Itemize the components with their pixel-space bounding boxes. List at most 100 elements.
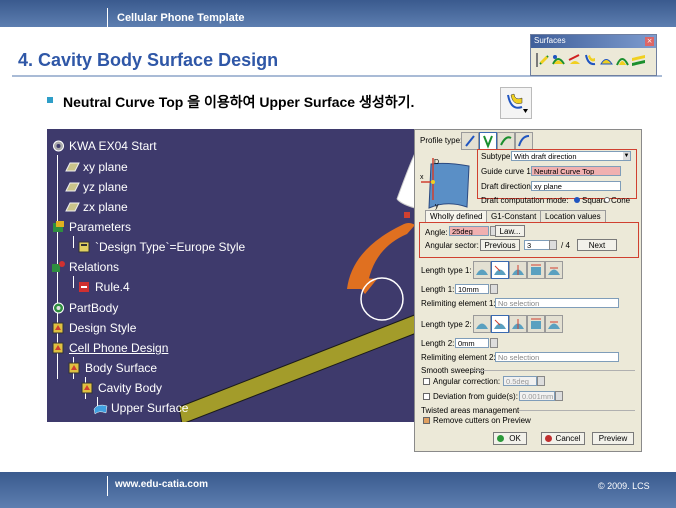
deviation-field[interactable]: 0.001mm — [519, 391, 555, 401]
length-type1-standard-icon[interactable] — [473, 261, 491, 279]
tree-item-root[interactable]: KWA EX04 Start — [51, 137, 157, 155]
subtype-select[interactable]: With draft direction — [511, 151, 631, 161]
revolve-icon[interactable] — [551, 52, 566, 68]
angular-correction-checkbox[interactable] — [423, 378, 430, 385]
relimiting1-field[interactable]: No selection — [495, 298, 619, 308]
tree-item-yz-plane[interactable]: yz plane — [65, 178, 128, 196]
previous-button[interactable]: Previous — [480, 239, 520, 251]
bullet-marker — [47, 97, 53, 103]
cancel-button[interactable]: Cancel — [541, 432, 585, 445]
chevron-down-icon[interactable]: ▼ — [623, 152, 630, 160]
length-type2-label: Length type 2: — [421, 320, 472, 329]
guide-curve-label: Guide curve 1: — [481, 167, 534, 176]
tree-item-rule[interactable]: Rule.4 — [77, 278, 130, 296]
guide-curve-field[interactable]: Neutral Curve Top — [531, 166, 621, 176]
length-type2-from-to-icon[interactable] — [509, 315, 527, 333]
length2-label: Length 2: — [421, 339, 455, 348]
tree-item-cell-phone-design[interactable]: Cell Phone Design — [51, 339, 168, 357]
tree-item-relations[interactable]: Relations — [51, 258, 119, 276]
tree-line — [73, 276, 74, 288]
tree-line — [73, 236, 74, 248]
preview-button[interactable]: Preview — [592, 432, 634, 445]
length2-field[interactable]: 0mm — [455, 338, 489, 348]
extrude-icon[interactable] — [535, 52, 550, 68]
draft-direction-label: Draft direction: — [481, 182, 534, 191]
part-gear-icon — [53, 140, 64, 152]
tree-item-design-type[interactable]: `Design Type`=Europe Style — [77, 238, 245, 256]
loft-icon[interactable] — [615, 52, 630, 68]
tree-item-body-surface[interactable]: Body Surface — [67, 359, 157, 377]
length-type2-from-curve-icon[interactable] — [491, 315, 509, 333]
length-type1-from-extremum-icon[interactable] — [527, 261, 545, 279]
length1-label: Length 1: — [421, 285, 455, 294]
plane-icon — [65, 202, 80, 212]
axis-d-label: D — [434, 159, 439, 166]
deviation-label: Deviation from guide(s): — [433, 392, 518, 401]
deviation-spinner[interactable] — [555, 391, 563, 401]
sweep-icon[interactable] — [583, 52, 598, 68]
profile-line-icon[interactable] — [479, 132, 497, 150]
length1-spinner[interactable] — [490, 284, 498, 294]
tree-item-xy-plane[interactable]: xy plane — [65, 158, 128, 176]
length-type2-along-surface-icon[interactable] — [545, 315, 563, 333]
geometrical-set-icon — [52, 342, 64, 354]
cone-radio[interactable] — [604, 197, 610, 203]
tree-item-label: xy plane — [83, 160, 128, 174]
next-button[interactable]: Next — [577, 239, 617, 251]
angle-field[interactable]: 25deg — [449, 226, 489, 236]
parameter-icon — [78, 241, 90, 253]
relimiting2-field[interactable]: No selection — [495, 352, 619, 362]
angular-correction-field[interactable]: 0.5deg — [503, 376, 537, 386]
geometrical-set-icon — [52, 322, 64, 334]
tree-item-label: Cavity Body — [98, 381, 163, 395]
length-type1-from-curve-icon[interactable] — [491, 261, 509, 279]
tree-item-label: Body Surface — [85, 361, 158, 375]
partbody-icon — [53, 302, 64, 314]
close-icon[interactable]: × — [645, 37, 654, 46]
axis-y-label: y — [435, 203, 439, 210]
tree-item-cavity-body[interactable]: Cavity Body — [80, 379, 162, 397]
deviation-checkbox[interactable] — [423, 393, 430, 400]
tree-item-parameters[interactable]: Parameters — [51, 218, 131, 236]
angular-correction-spinner[interactable] — [537, 376, 545, 386]
highlight-circle — [360, 277, 404, 321]
length-type2-standard-icon[interactable] — [473, 315, 491, 333]
sweep-preview-image: D x y — [417, 152, 475, 214]
length2-spinner[interactable] — [490, 338, 498, 348]
blend-icon[interactable] — [631, 52, 646, 68]
tree-item-zx-plane[interactable]: zx plane — [65, 198, 128, 216]
sphere-icon[interactable] — [567, 52, 582, 68]
group-separator — [519, 410, 635, 411]
sector-spinner[interactable] — [549, 240, 557, 250]
header-divider — [107, 8, 108, 28]
profile-explicit-icon[interactable] — [461, 132, 479, 150]
length1-field[interactable]: 10mm — [455, 284, 489, 294]
length-type2-from-extremum-icon[interactable] — [527, 315, 545, 333]
tree-item-label: Rule.4 — [95, 280, 130, 294]
sector-field[interactable]: 3 — [524, 240, 552, 250]
ok-button[interactable]: OK — [493, 432, 527, 445]
header-title: Cellular Phone Template — [117, 12, 245, 24]
tree-item-upper-surface[interactable]: Upper Surface — [93, 399, 188, 417]
length-type1-along-surface-icon[interactable] — [545, 261, 563, 279]
square-radio[interactable] — [574, 197, 580, 203]
length-type1-from-to-icon[interactable] — [509, 261, 527, 279]
profile-conic-icon[interactable] — [515, 132, 533, 150]
relimiting2-label: Relimiting element 2: — [421, 353, 496, 362]
draft-direction-field[interactable]: xy plane — [531, 181, 621, 191]
relations-icon — [52, 261, 65, 272]
footer-bar — [0, 472, 676, 508]
tree-item-label: zx plane — [83, 200, 128, 214]
rule-icon — [79, 282, 89, 292]
profile-circle-icon[interactable] — [497, 132, 515, 150]
sweep-tool-icon — [500, 87, 532, 119]
law-button[interactable]: Law... — [495, 225, 525, 237]
remove-cutters-label: Remove cutters on Preview — [433, 416, 531, 425]
surfaces-toolbar-titlebar[interactable]: Surfaces × — [531, 35, 656, 48]
tree-item-partbody[interactable]: PartBody — [51, 299, 118, 317]
tree-item-design-style[interactable]: Design Style — [51, 319, 136, 337]
fill-icon[interactable] — [599, 52, 614, 68]
cancel-label: Cancel — [555, 434, 581, 443]
sweep-surface-dialog: Profile type: D x y Subtype: With draft … — [414, 129, 642, 452]
remove-cutters-checkbox[interactable] — [423, 417, 430, 424]
